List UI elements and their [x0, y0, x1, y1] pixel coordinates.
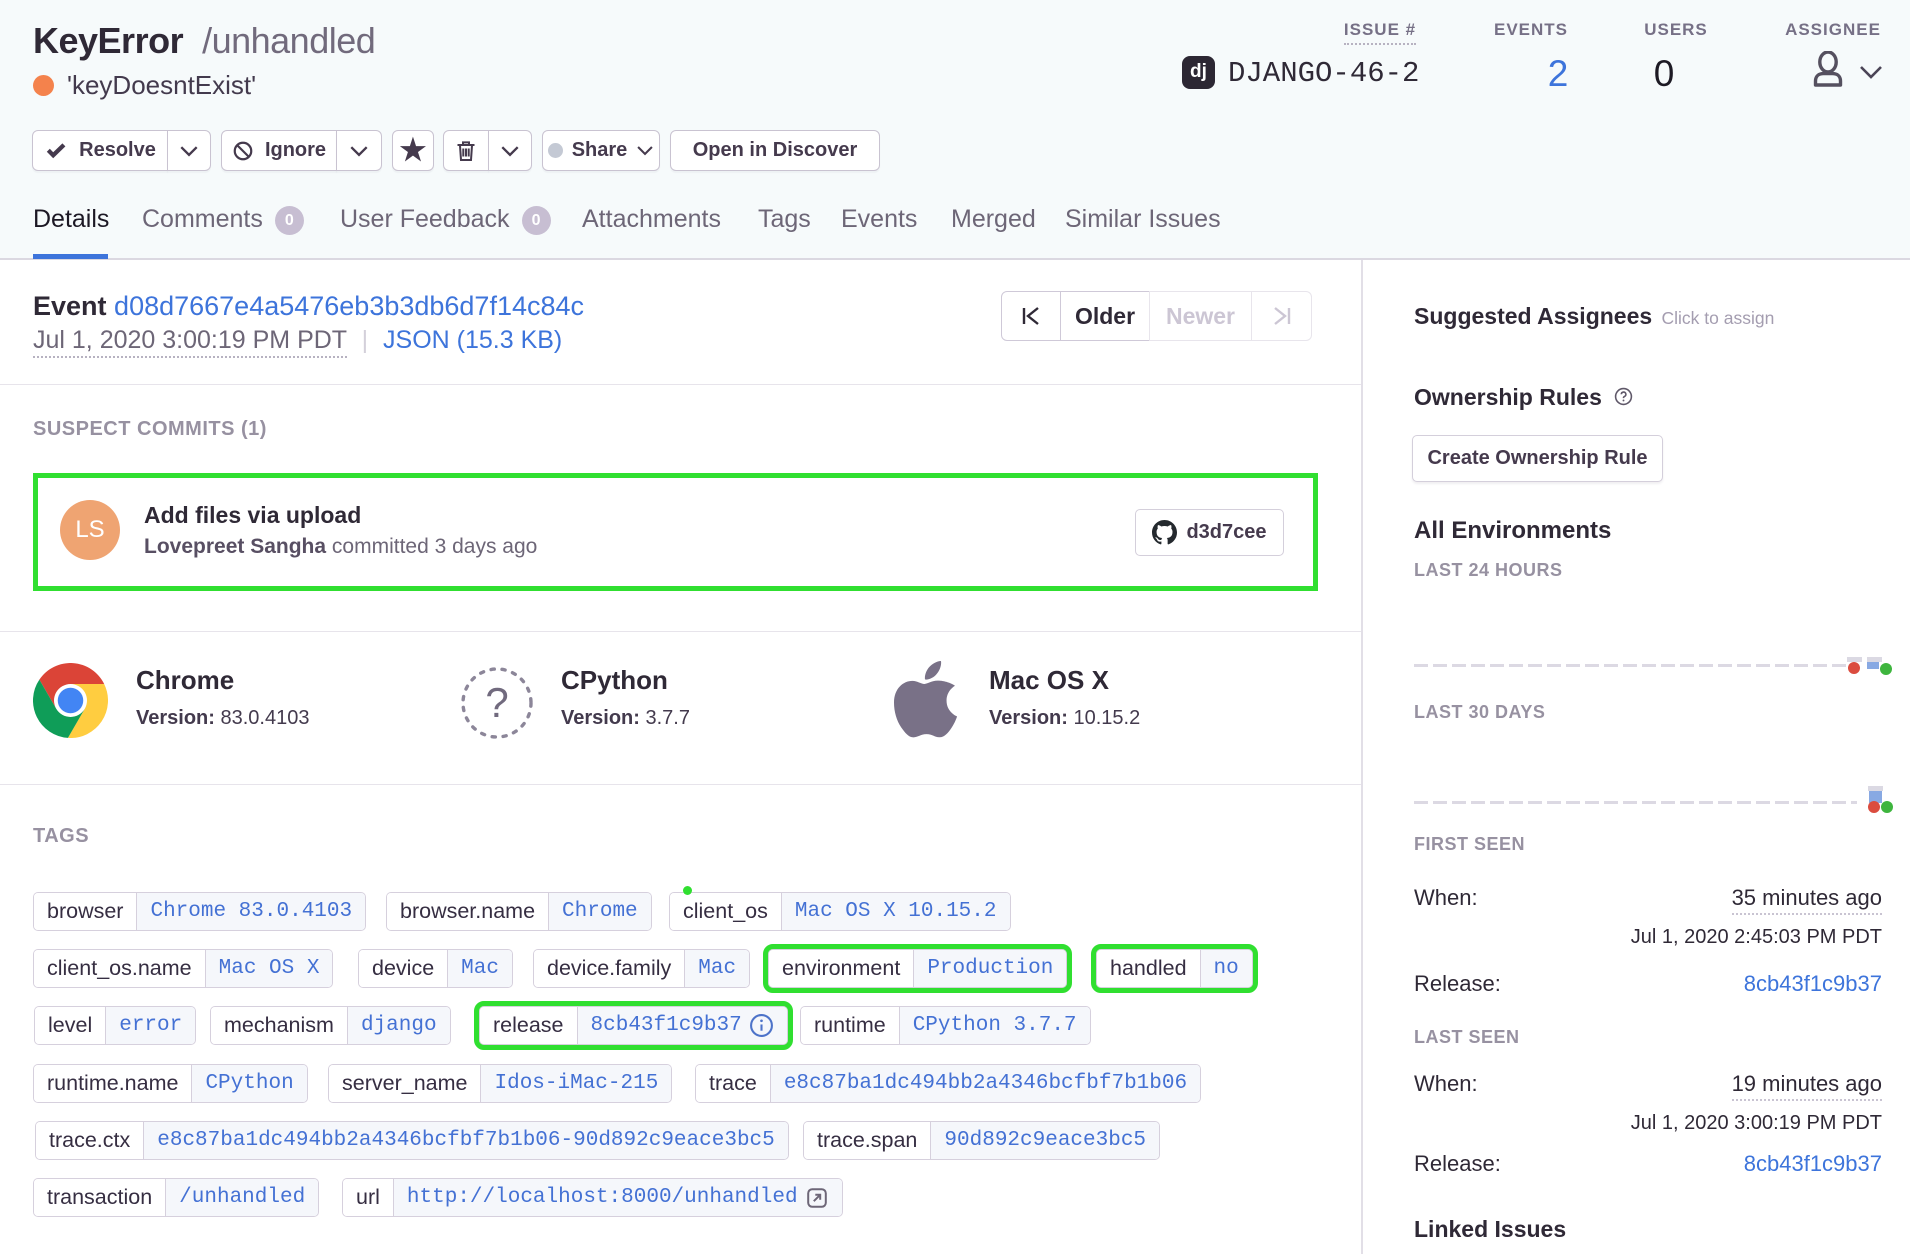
svg-text:?: ?: [485, 679, 508, 726]
